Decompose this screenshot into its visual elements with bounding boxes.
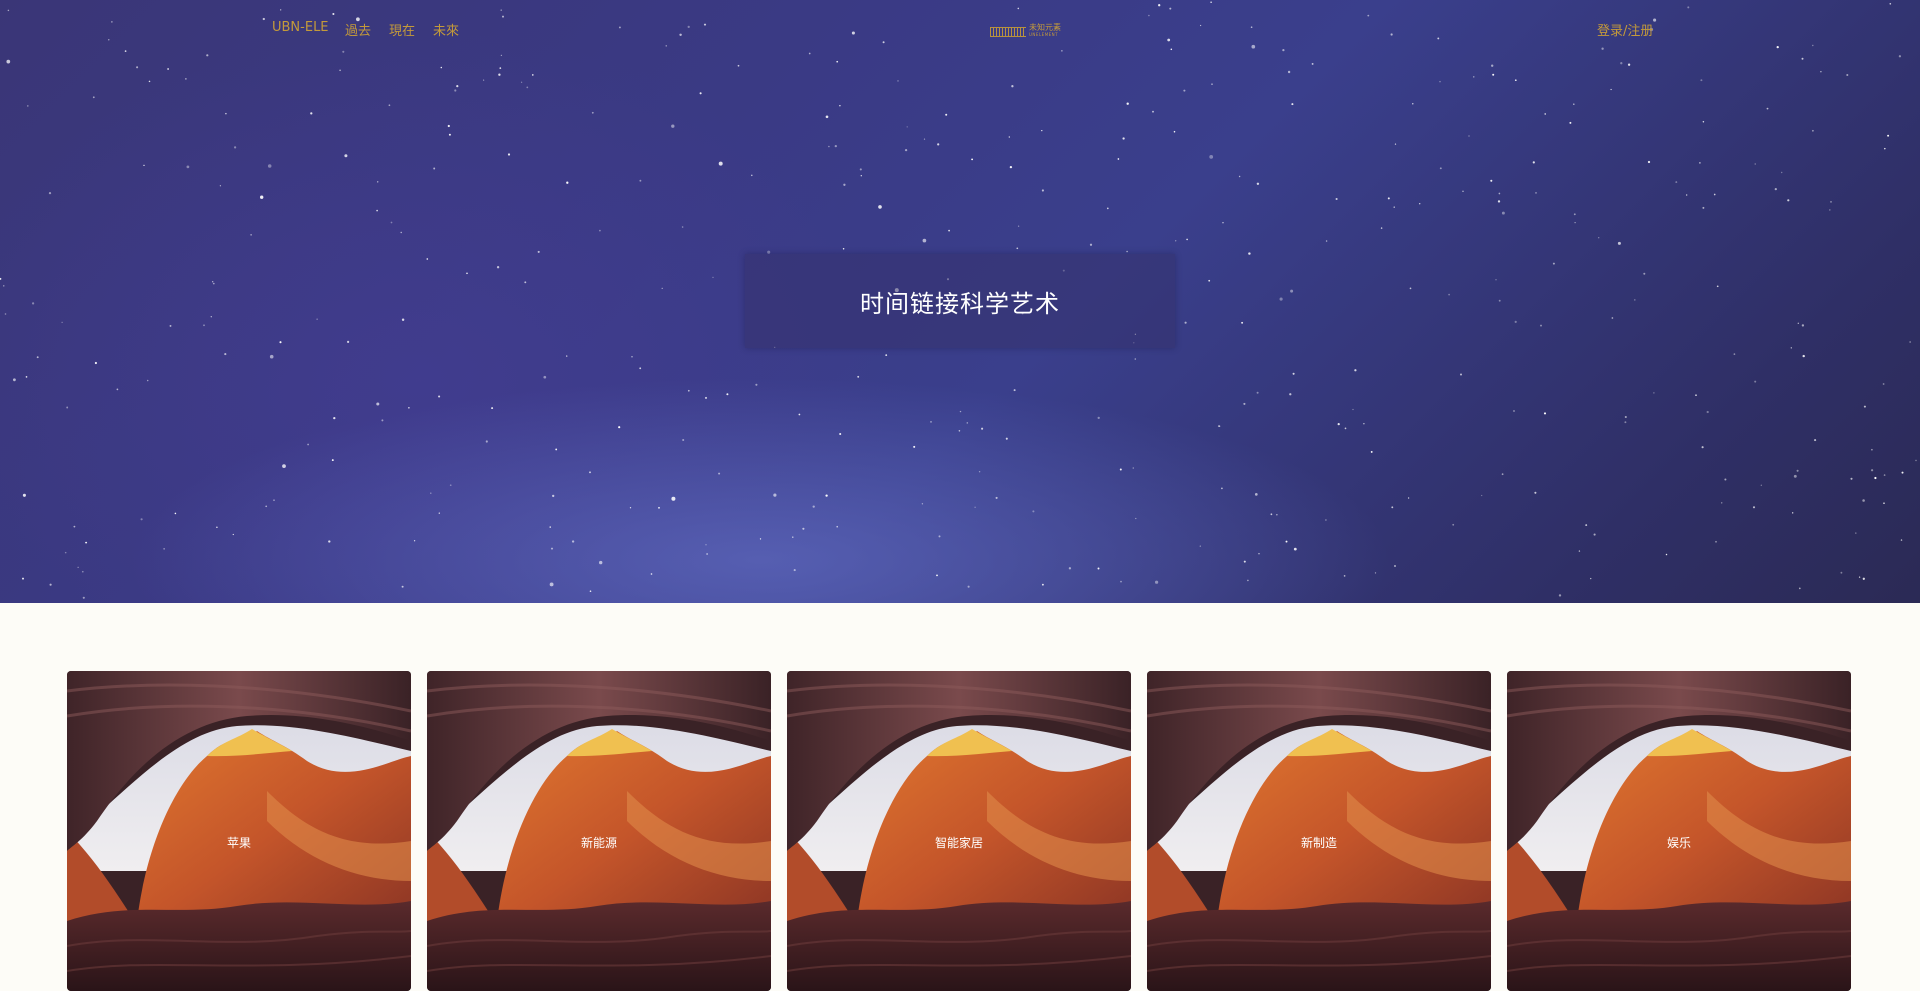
- card-label: 新能源: [580, 836, 617, 850]
- brand-link[interactable]: UBN-ELE: [272, 20, 329, 35]
- logo-mark-icon: [990, 27, 1026, 37]
- canyon-image: [1507, 671, 1851, 991]
- category-card[interactable]: 新能源: [427, 671, 771, 991]
- canyon-image: [67, 671, 411, 991]
- category-card[interactable]: 娱乐: [1507, 671, 1851, 991]
- canyon-image: [427, 671, 771, 991]
- canyon-image: [1147, 671, 1491, 991]
- logo-text-en: UNELEMENT: [1029, 31, 1059, 37]
- login-register-link[interactable]: 登录/注册: [1597, 20, 1653, 39]
- card-label: 智能家居: [934, 836, 983, 850]
- card-label: 新制造: [1300, 836, 1337, 850]
- nav-link-future[interactable]: 未來: [433, 20, 459, 39]
- nav-link-present[interactable]: 現在: [389, 20, 415, 39]
- category-card[interactable]: 新制造: [1147, 671, 1491, 991]
- logo-text-cn: 未知元素: [1029, 22, 1061, 32]
- nav-link-past[interactable]: 過去: [345, 20, 371, 39]
- card-label: 娱乐: [1666, 836, 1691, 850]
- category-card[interactable]: 智能家居: [787, 671, 1131, 991]
- hero-banner: UBN-ELE 過去 現在 未來 未知元素 UNELEMENT 登录/注册 时间…: [0, 0, 1920, 603]
- category-card-row: 苹果 新能源 智能家居 新制造 娱乐: [67, 671, 1853, 991]
- hero-title: 时间链接科学艺术: [860, 289, 1060, 318]
- canyon-image: [787, 671, 1131, 991]
- site-logo[interactable]: 未知元素 UNELEMENT: [990, 22, 1061, 38]
- hero-title-box: 时间链接科学艺术: [745, 254, 1175, 348]
- card-label: 苹果: [226, 836, 251, 850]
- top-navbar: UBN-ELE 過去 現在 未來 未知元素 UNELEMENT 登录/注册: [0, 0, 1920, 58]
- category-card[interactable]: 苹果: [67, 671, 411, 991]
